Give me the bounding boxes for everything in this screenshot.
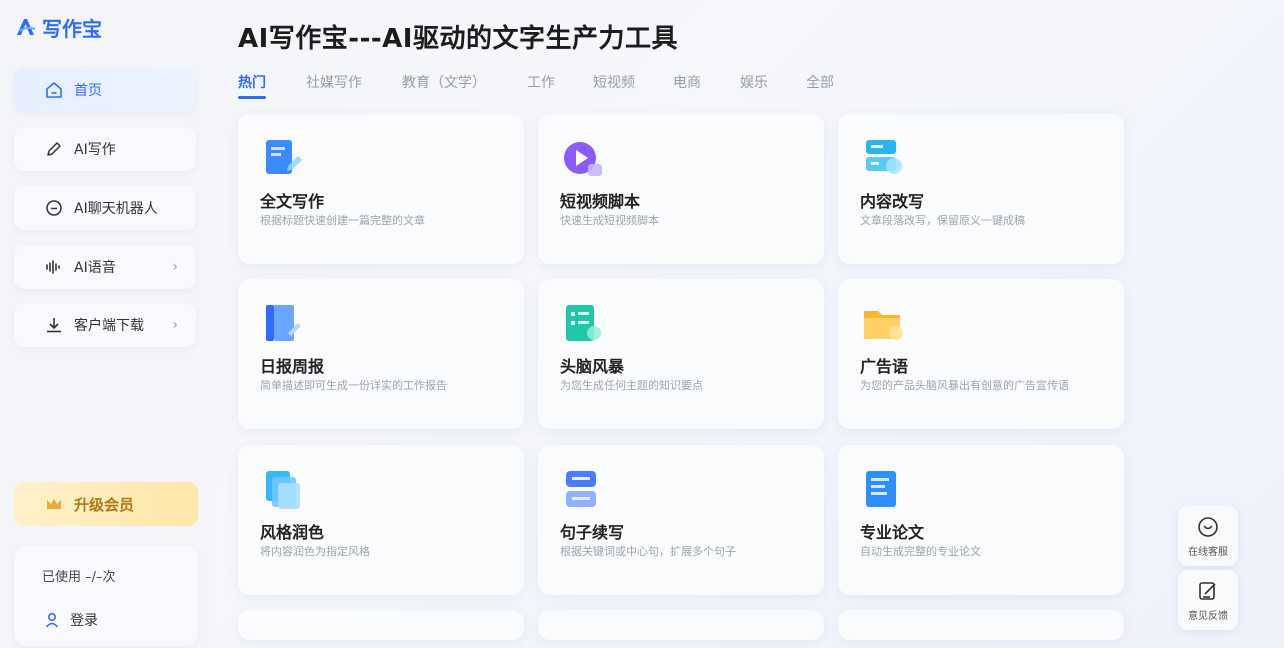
sidebar-item-home[interactable]: 首页 bbox=[14, 68, 196, 112]
brainstorm-list-icon bbox=[566, 305, 601, 341]
tool-card-content-rewrite[interactable]: 内容改写 文章段落改写，保留原义一键成稿 bbox=[838, 114, 1124, 264]
tool-card-partial[interactable] bbox=[538, 610, 824, 640]
upgrade-label: 升级会员 bbox=[74, 495, 135, 514]
card-title: 句子续写 bbox=[560, 523, 625, 542]
sidebar-item-label: 首页 bbox=[74, 83, 102, 99]
tool-card-daily-weekly-report[interactable]: 日报周报 简单描述即可生成一份详实的工作报告 bbox=[238, 279, 524, 429]
card-description: 文章段落改写，保留原义一键成稿 bbox=[860, 214, 1025, 227]
download-icon bbox=[44, 315, 64, 335]
paper-icon bbox=[866, 471, 896, 507]
card-description: 根据标题快速创建一篇完整的文章 bbox=[260, 214, 425, 227]
tool-card-slogan[interactable]: 广告语 为您的产品头脑风暴出有创意的广告宣传语 bbox=[838, 279, 1124, 429]
report-book-icon bbox=[266, 305, 301, 341]
tab-short-video[interactable]: 短视频 bbox=[593, 72, 635, 92]
sidebar-item-label: AI语音 bbox=[74, 260, 116, 276]
sidebar: 写作宝 首页 AI写作 AI聊天机器人 AI语音 › 客户端下载 › 升级会员 … bbox=[0, 0, 210, 648]
tool-card-partial[interactable] bbox=[238, 610, 524, 640]
login-label: 登录 bbox=[70, 613, 98, 629]
card-title: 内容改写 bbox=[860, 192, 925, 211]
crown-icon bbox=[47, 499, 61, 509]
waveform-icon bbox=[44, 257, 64, 277]
home-icon bbox=[44, 80, 64, 100]
pen-icon bbox=[44, 139, 64, 159]
tool-card-partial[interactable] bbox=[838, 610, 1124, 640]
sidebar-item-label: AI写作 bbox=[74, 142, 116, 158]
stacked-pages-icon bbox=[266, 471, 300, 509]
tool-card-short-video-script[interactable]: 短视频脚本 快速生成短视频脚本 bbox=[538, 114, 824, 264]
user-icon bbox=[45, 612, 59, 628]
sidebar-item-ai-chatbot[interactable]: AI聊天机器人 bbox=[14, 186, 196, 230]
card-title: 风格润色 bbox=[260, 523, 325, 542]
sidebar-item-ai-writing[interactable]: AI写作 bbox=[14, 127, 196, 171]
tool-card-full-article[interactable]: 全文写作 根据标题快速创建一篇完整的文章 bbox=[238, 114, 524, 264]
sidebar-item-label: 客户端下载 bbox=[74, 318, 144, 334]
tab-social-media[interactable]: 社媒写作 bbox=[306, 72, 362, 92]
usage-card: 已使用 –/–次 登录 bbox=[14, 546, 198, 646]
ad-folder-icon bbox=[864, 311, 903, 340]
card-title: 广告语 bbox=[860, 357, 909, 376]
card-title: 头脑风暴 bbox=[560, 357, 625, 376]
card-title: 日报周报 bbox=[260, 357, 325, 376]
tab-hot[interactable]: 热门 bbox=[238, 72, 266, 99]
card-description: 将内容润色为指定风格 bbox=[260, 545, 370, 558]
rewrite-icon bbox=[866, 140, 902, 174]
sidebar-item-client-download[interactable]: 客户端下载 › bbox=[14, 303, 196, 347]
video-play-icon bbox=[564, 142, 602, 176]
tool-card-sentence-continue[interactable]: 句子续写 根据关键词或中心句，扩展多个句子 bbox=[538, 445, 824, 595]
tool-card-style-polish[interactable]: 风格润色 将内容润色为指定风格 bbox=[238, 445, 524, 595]
card-title: 短视频脚本 bbox=[560, 192, 641, 211]
customer-service-icon bbox=[1198, 516, 1218, 537]
sentence-blocks-icon bbox=[566, 471, 596, 507]
feedback-edit-icon bbox=[1199, 581, 1216, 600]
card-description: 快速生成短视频脚本 bbox=[560, 214, 659, 227]
tab-work[interactable]: 工作 bbox=[527, 72, 555, 92]
card-description: 简单描述即可生成一份详实的工作报告 bbox=[260, 379, 447, 392]
tool-card-professional-paper[interactable]: 专业论文 自动生成完整的专业论文 bbox=[838, 445, 1124, 595]
chat-icon bbox=[44, 198, 64, 218]
login-button[interactable]: 登录 bbox=[44, 610, 98, 630]
chevron-right-icon: › bbox=[172, 317, 178, 333]
usage-count: 已使用 –/–次 bbox=[42, 570, 116, 585]
card-description: 根据关键词或中心句，扩展多个句子 bbox=[560, 545, 736, 558]
logo-text: 写作宝 bbox=[42, 16, 102, 41]
card-description: 自动生成完整的专业论文 bbox=[860, 545, 981, 558]
document-icon bbox=[266, 140, 302, 174]
online-service-button[interactable]: 在线客服 bbox=[1178, 506, 1238, 566]
chevron-right-icon: › bbox=[172, 259, 178, 275]
logo-icon bbox=[17, 19, 36, 35]
tab-all[interactable]: 全部 bbox=[806, 72, 834, 92]
tab-ecommerce[interactable]: 电商 bbox=[673, 72, 701, 92]
tab-education[interactable]: 教育（文学） bbox=[402, 72, 486, 92]
sidebar-item-ai-voice[interactable]: AI语音 › bbox=[14, 245, 196, 289]
online-service-label: 在线客服 bbox=[1188, 546, 1228, 558]
sidebar-item-label: AI聊天机器人 bbox=[74, 201, 158, 217]
card-title: 全文写作 bbox=[260, 192, 325, 211]
card-description: 为您生成任何主题的知识要点 bbox=[560, 379, 703, 392]
app-logo[interactable]: 写作宝 bbox=[14, 12, 102, 42]
feedback-label: 意见反馈 bbox=[1188, 610, 1228, 622]
feedback-button[interactable]: 意见反馈 bbox=[1178, 570, 1238, 630]
tab-entertainment[interactable]: 娱乐 bbox=[740, 72, 768, 92]
card-title: 专业论文 bbox=[860, 523, 925, 542]
card-description: 为您的产品头脑风暴出有创意的广告宣传语 bbox=[860, 379, 1069, 392]
page-title: AI写作宝---AI驱动的文字生产力工具 bbox=[238, 24, 678, 54]
upgrade-membership-button[interactable]: 升级会员 bbox=[14, 482, 198, 526]
tool-card-brainstorm[interactable]: 头脑风暴 为您生成任何主题的知识要点 bbox=[538, 279, 824, 429]
